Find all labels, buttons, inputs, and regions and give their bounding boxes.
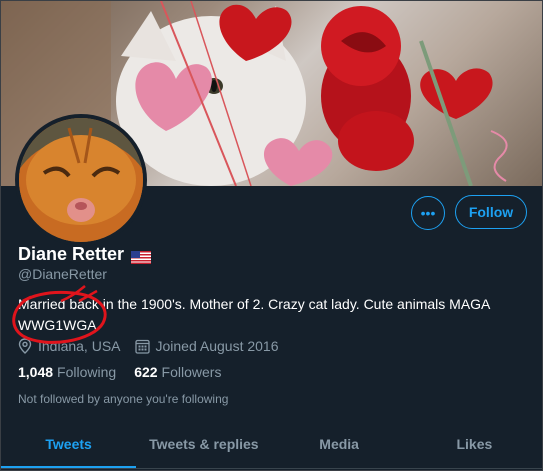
tab-tweets-and-replies[interactable]: Tweets & replies xyxy=(136,419,271,468)
profile-avatar[interactable] xyxy=(15,114,147,246)
joined-text: Joined August 2016 xyxy=(155,338,279,354)
cat-avatar-image xyxy=(19,118,143,242)
bio-line: WWG1WGA xyxy=(18,317,97,333)
calendar-icon xyxy=(134,339,150,354)
profile-handle: @DianeRetter xyxy=(18,266,107,282)
location-pin-icon xyxy=(18,338,32,354)
following-count: 1,048 xyxy=(18,364,54,380)
followers-link[interactable]: 622 Followers xyxy=(134,364,221,380)
followers-label: Followers xyxy=(161,364,222,380)
us-flag-icon xyxy=(131,248,152,264)
tab-tweets[interactable]: Tweets xyxy=(1,419,137,468)
follow-button-label: Follow xyxy=(468,204,514,220)
location-text: Indiana, USA xyxy=(38,338,121,354)
more-options-label: ••• xyxy=(420,205,436,221)
follow-button[interactable]: Follow xyxy=(455,195,527,229)
profile-name: Diane Retter xyxy=(18,244,152,265)
follow-stats: 1,048 Following 622 Followers xyxy=(18,364,221,380)
followers-count: 622 xyxy=(134,364,158,380)
profile-tabs: Tweets Tweets & replies Media Likes xyxy=(1,419,542,469)
tab-likes[interactable]: Likes xyxy=(407,419,542,468)
bio-line: Married back in the 1900's. Mother of 2.… xyxy=(18,296,491,312)
profile-bio: Married back in the 1900's. Mother of 2.… xyxy=(18,294,528,336)
more-options-button[interactable]: ••• xyxy=(411,196,445,230)
profile-location: Indiana, USA xyxy=(18,338,121,354)
profile-joined: Joined August 2016 xyxy=(134,338,279,354)
not-followed-note: Not followed by anyone you're following xyxy=(18,392,229,406)
following-label: Following xyxy=(57,364,117,380)
tab-media[interactable]: Media xyxy=(272,419,407,468)
following-link[interactable]: 1,048 Following xyxy=(18,364,116,380)
profile-name-text: Diane Retter xyxy=(18,244,125,264)
profile-page: ••• Follow Diane Retter @DianeRetter Mar… xyxy=(0,0,543,471)
profile-meta: Indiana, USA Joined August 2016 xyxy=(18,338,293,354)
